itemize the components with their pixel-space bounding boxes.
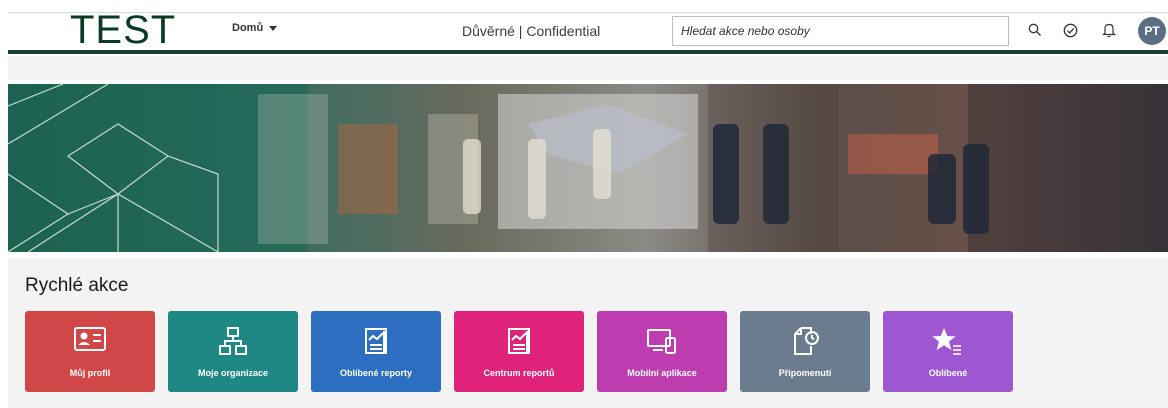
company-logo[interactable]: TEST: [70, 8, 176, 52]
reminder-document-icon: [794, 327, 819, 355]
chevron-down-icon: [269, 25, 278, 31]
search-input[interactable]: [672, 16, 1009, 46]
banner-illustration: [8, 84, 1168, 252]
home-menu-label: Domů: [232, 22, 264, 34]
tile-label: Moje organizace: [197, 368, 269, 378]
tile-label: Centrum reportů: [483, 368, 555, 378]
hero-banner-image: [8, 84, 1168, 252]
tile-my-organization[interactable]: Moje organizace: [168, 311, 298, 392]
tile-label: Oblíbené: [928, 368, 968, 378]
top-bar: TEST Domů Důvěrné | Confidential PT: [0, 0, 1168, 52]
tile-favorite-reports[interactable]: Oblíbené reporty: [311, 311, 441, 392]
todo-check-icon[interactable]: [1062, 22, 1078, 38]
favorite-star-list-icon: [932, 328, 961, 355]
tile-reminders[interactable]: Připomenutí: [740, 311, 870, 392]
tile-my-profile[interactable]: Můj profil: [25, 311, 155, 392]
tile-label: Můj profil: [69, 368, 111, 378]
report-icon: [508, 328, 530, 354]
org-chart-icon: [219, 327, 247, 355]
tile-label: Oblíbené reporty: [339, 368, 412, 378]
search-icon[interactable]: [1027, 22, 1043, 38]
quick-actions-title: Rychlé akce: [25, 275, 129, 296]
tile-mobile-apps[interactable]: Mobilní aplikace: [597, 311, 727, 392]
home-menu[interactable]: Domů: [232, 22, 278, 34]
tile-report-center[interactable]: Centrum reportů: [454, 311, 584, 392]
tile-label: Připomenutí: [778, 368, 832, 378]
report-icon: [365, 328, 387, 354]
id-card-icon: [74, 327, 106, 351]
confidentiality-label: Důvěrné | Confidential: [462, 23, 601, 39]
tile-label: Mobilní aplikace: [627, 368, 697, 378]
mobile-devices-icon: [647, 329, 676, 354]
notification-bell-icon[interactable]: [1101, 22, 1117, 38]
header-accent-bar: [8, 50, 1168, 54]
top-divider: [8, 12, 1168, 13]
tile-favorites[interactable]: Oblíbené: [883, 311, 1013, 392]
sub-header-bar: [8, 56, 1168, 80]
avatar[interactable]: PT: [1138, 17, 1166, 45]
